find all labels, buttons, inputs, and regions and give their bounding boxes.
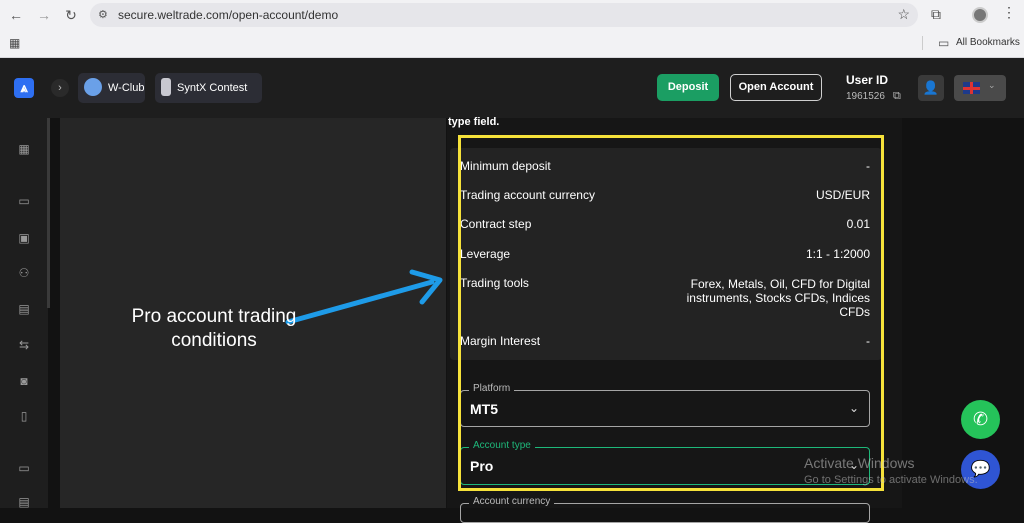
whatsapp-icon: ✆ (972, 409, 989, 429)
deposit-card-icon[interactable]: ▭ (17, 195, 31, 207)
w-club-label: W-Club (108, 82, 145, 94)
user-icon: 👤 (922, 80, 940, 95)
profile-avatar[interactable] (972, 7, 988, 23)
menu-icon[interactable]: ⋮ (1002, 4, 1016, 21)
user-id-value: 1961526 (846, 91, 885, 102)
sidebar: ▦ ▭ ▣ ⚇ ▤ ⇆ ◙ ▯ ▭ ▤ (0, 118, 48, 508)
bookmark-star-icon[interactable]: ☆ (897, 6, 910, 23)
app-header (0, 58, 1024, 118)
apps-icon[interactable]: ▦ (9, 36, 20, 50)
user-id-label: User ID (846, 73, 889, 87)
all-bookmarks-link[interactable]: All Bookmarks (956, 37, 1020, 48)
dashboard-icon[interactable]: ▦ (17, 143, 31, 155)
browser-toolbar: ← → ↻ ⚙ secure.weltrade.com/open-account… (0, 0, 1024, 58)
money-icon[interactable]: ◙ (17, 375, 31, 387)
accounts-icon[interactable]: ▤ (17, 303, 31, 315)
documents-icon[interactable]: ▯ (17, 410, 31, 422)
right-panel (902, 118, 1024, 508)
wallet-icon[interactable]: ▣ (17, 232, 31, 244)
w-club-button[interactable]: W-Club (78, 73, 145, 103)
open-account-button[interactable]: Open Account (730, 74, 822, 101)
address-bar[interactable]: ⚙ secure.weltrade.com/open-account/demo … (90, 3, 918, 27)
transfer-icon[interactable]: ⇆ (17, 339, 31, 351)
partners-icon[interactable]: ⚇ (17, 267, 31, 279)
reload-icon[interactable]: ↻ (60, 4, 82, 26)
annotation-text: Pro account trading conditions (131, 306, 297, 351)
user-profile-button[interactable]: 👤 (918, 75, 944, 101)
expand-sidebar-button[interactable]: › (51, 79, 69, 97)
calendar-icon[interactable]: ▤ (17, 496, 31, 508)
language-selector[interactable]: ⌄ (954, 75, 1006, 101)
account-currency-legend: Account currency (469, 496, 555, 507)
url-text: secure.weltrade.com/open-account/demo (118, 8, 339, 22)
copy-icon[interactable]: ⧉ (893, 90, 901, 103)
terminal-icon[interactable]: ▭ (17, 462, 31, 474)
uk-flag-icon (963, 82, 980, 94)
intro-text: type field. (448, 116, 500, 128)
folder-icon: ▭ (938, 36, 950, 50)
activate-windows-title: Activate Windows (804, 455, 915, 471)
trophy-icon (161, 78, 171, 97)
extensions-icon[interactable]: ⧉ (931, 6, 941, 23)
globe-icon (84, 78, 102, 97)
forward-icon[interactable]: → (33, 4, 55, 26)
back-icon[interactable]: ← (5, 4, 27, 26)
site-info-icon[interactable]: ⚙ (98, 8, 108, 21)
highlight-box (458, 135, 884, 491)
chevron-down-icon: ⌄ (988, 80, 996, 90)
activate-windows-subtitle: Go to Settings to activate Windows. (804, 474, 978, 486)
sidebar-scrollbar[interactable] (47, 118, 50, 308)
syntx-contest-label: SyntX Contest (177, 82, 248, 94)
deposit-button[interactable]: Deposit (657, 74, 719, 101)
bookmark-separator (922, 36, 923, 50)
syntx-contest-button[interactable]: SyntX Contest (155, 73, 262, 103)
whatsapp-button[interactable]: ✆ (961, 400, 1000, 439)
weltrade-logo-icon[interactable]: ⩓ (14, 78, 34, 98)
account-currency-select[interactable]: Account currency (460, 496, 870, 523)
